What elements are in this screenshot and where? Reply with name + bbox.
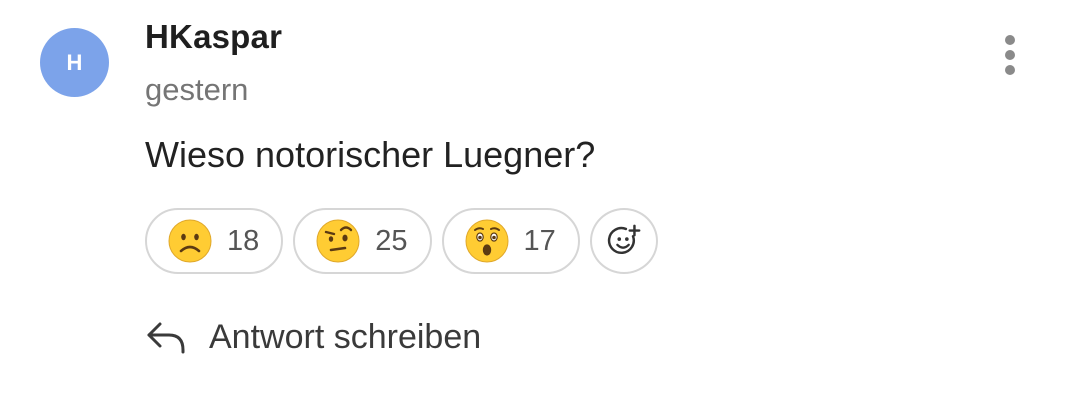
reaction-bar: 18 25 17 <box>145 208 658 274</box>
slightly-frowning-face-emoji-icon <box>168 219 212 263</box>
timestamp: gestern <box>145 72 249 107</box>
reaction-count: 18 <box>227 224 260 257</box>
reaction-astonished[interactable]: 17 <box>441 208 580 274</box>
reply-button[interactable]: Antwort schreiben <box>145 318 481 357</box>
reaction-frowning[interactable]: 18 <box>145 208 284 274</box>
avatar[interactable]: H <box>40 28 109 97</box>
reaction-raised-eyebrow[interactable]: 25 <box>293 208 432 274</box>
astonished-face-emoji-icon <box>465 219 509 263</box>
reply-label: Antwort schreiben <box>209 318 482 356</box>
reaction-count: 17 <box>523 224 556 257</box>
more-options-button[interactable] <box>992 30 1028 80</box>
reaction-count: 25 <box>375 224 408 257</box>
username[interactable]: HKaspar <box>145 18 282 56</box>
comment-text: Wieso notorischer Luegner? <box>145 134 596 175</box>
reply-arrow-icon <box>147 322 185 353</box>
more-vertical-icon <box>1005 35 1015 75</box>
add-reaction-icon <box>607 224 641 255</box>
face-with-raised-eyebrow-emoji-icon <box>316 219 360 263</box>
add-reaction-button[interactable] <box>589 208 658 274</box>
avatar-letter: H <box>66 49 83 75</box>
